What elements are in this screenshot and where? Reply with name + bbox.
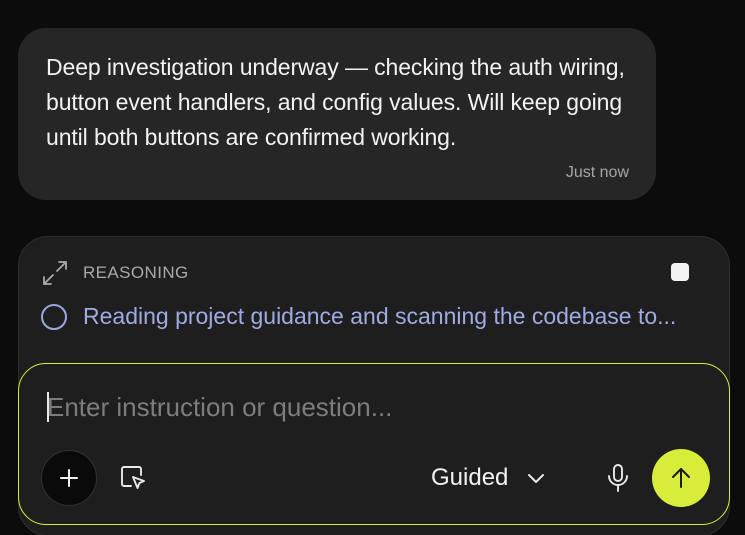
circle-pending-icon bbox=[41, 303, 67, 330]
mode-label: Guided bbox=[431, 464, 509, 491]
assistant-message: Deep investigation underway — checking t… bbox=[18, 28, 656, 200]
mode-dropdown[interactable]: Guided bbox=[431, 460, 546, 496]
chat-screen: Deep investigation underway — checking t… bbox=[0, 0, 745, 535]
instruction-input[interactable] bbox=[47, 388, 687, 426]
composer: Guided bbox=[18, 363, 730, 525]
message-timestamp: Just now bbox=[565, 164, 629, 181]
voice-input-button[interactable] bbox=[601, 460, 635, 496]
plus-icon bbox=[60, 469, 78, 487]
add-button[interactable] bbox=[41, 450, 97, 506]
reasoning-header: REASONING bbox=[41, 259, 189, 287]
stop-square-icon[interactable] bbox=[671, 263, 689, 281]
send-button[interactable] bbox=[652, 449, 710, 507]
reasoning-label: REASONING bbox=[83, 263, 189, 282]
select-element-button[interactable] bbox=[115, 460, 151, 496]
reasoning-step-text: Reading project guidance and scanning th… bbox=[83, 303, 677, 329]
chevron-down-icon bbox=[528, 474, 545, 483]
microphone-icon bbox=[608, 464, 628, 492]
expand-arrows-icon[interactable] bbox=[41, 259, 69, 287]
message-text: Deep investigation underway — checking t… bbox=[46, 54, 625, 150]
reasoning-step: Reading project guidance and scanning th… bbox=[41, 303, 713, 330]
arrow-up-icon bbox=[672, 468, 690, 488]
cursor-select-icon bbox=[121, 466, 145, 489]
text-caret bbox=[47, 392, 49, 422]
